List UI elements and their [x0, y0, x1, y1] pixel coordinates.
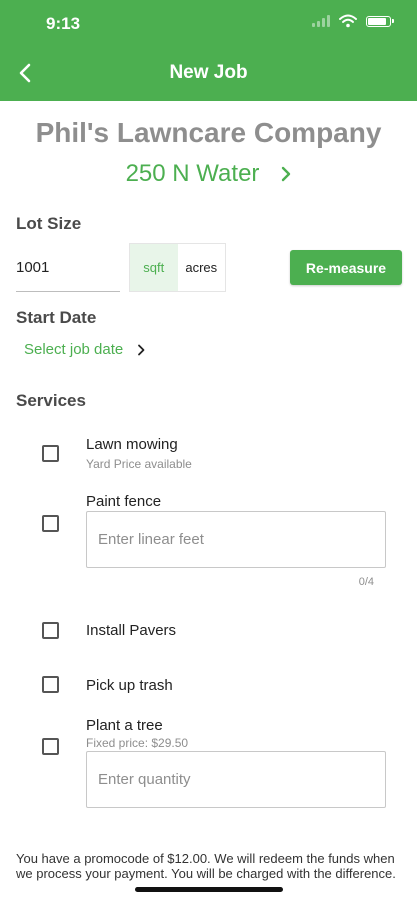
plant-a-tree-label: Plant a tree	[86, 717, 163, 734]
lawn-mowing-subtext: Yard Price available	[86, 457, 192, 471]
remeasure-button[interactable]: Re-measure	[290, 250, 402, 285]
unit-toggle: sqft acres	[129, 243, 226, 292]
cellular-signal-icon	[312, 15, 330, 27]
lawn-mowing-label: Lawn mowing	[86, 436, 178, 453]
plant-a-tree-checkbox[interactable]	[42, 738, 59, 755]
chevron-right-icon	[282, 166, 291, 182]
start-date-heading: Start Date	[16, 308, 97, 327]
company-name: Phil's Lawncare Company	[35, 117, 382, 148]
install-pavers-checkbox[interactable]	[42, 622, 59, 639]
paint-fence-label: Paint fence	[86, 493, 162, 510]
lawn-mowing-checkbox[interactable]	[42, 445, 59, 462]
page-title: New Job	[169, 62, 248, 83]
plant-a-tree-price: Fixed price: $29.50	[86, 736, 189, 750]
services-heading: Services	[16, 391, 86, 410]
status-time: 9:13	[46, 14, 81, 33]
home-indicator	[135, 887, 283, 892]
linear-feet-input[interactable]: Enter linear feet	[86, 511, 386, 568]
wifi-icon	[339, 14, 357, 28]
unit-sqft-option[interactable]: sqft	[130, 244, 178, 291]
battery-icon	[366, 15, 394, 27]
unit-acres-option[interactable]: acres	[177, 244, 225, 291]
quantity-input[interactable]: Enter quantity	[86, 751, 386, 808]
select-job-date-label: Select job date	[24, 341, 124, 358]
app-header: 9:13 New Job	[0, 0, 417, 101]
chevron-right-icon	[138, 344, 145, 355]
character-counter: 0/4	[358, 576, 374, 588]
select-job-date-link[interactable]: Select job date	[24, 341, 145, 358]
address-link[interactable]: 250 N Water	[0, 160, 417, 188]
address-text: 250 N Water	[125, 160, 260, 187]
promo-message: You have a promocode of $12.00. We will …	[16, 851, 396, 881]
pick-up-trash-label: Pick up trash	[86, 677, 173, 694]
status-icons	[312, 14, 394, 28]
lot-size-input[interactable]: 1001	[16, 248, 120, 292]
paint-fence-checkbox[interactable]	[42, 515, 59, 532]
pick-up-trash-checkbox[interactable]	[42, 676, 59, 693]
lot-size-heading: Lot Size	[16, 214, 82, 233]
install-pavers-label: Install Pavers	[86, 622, 177, 639]
